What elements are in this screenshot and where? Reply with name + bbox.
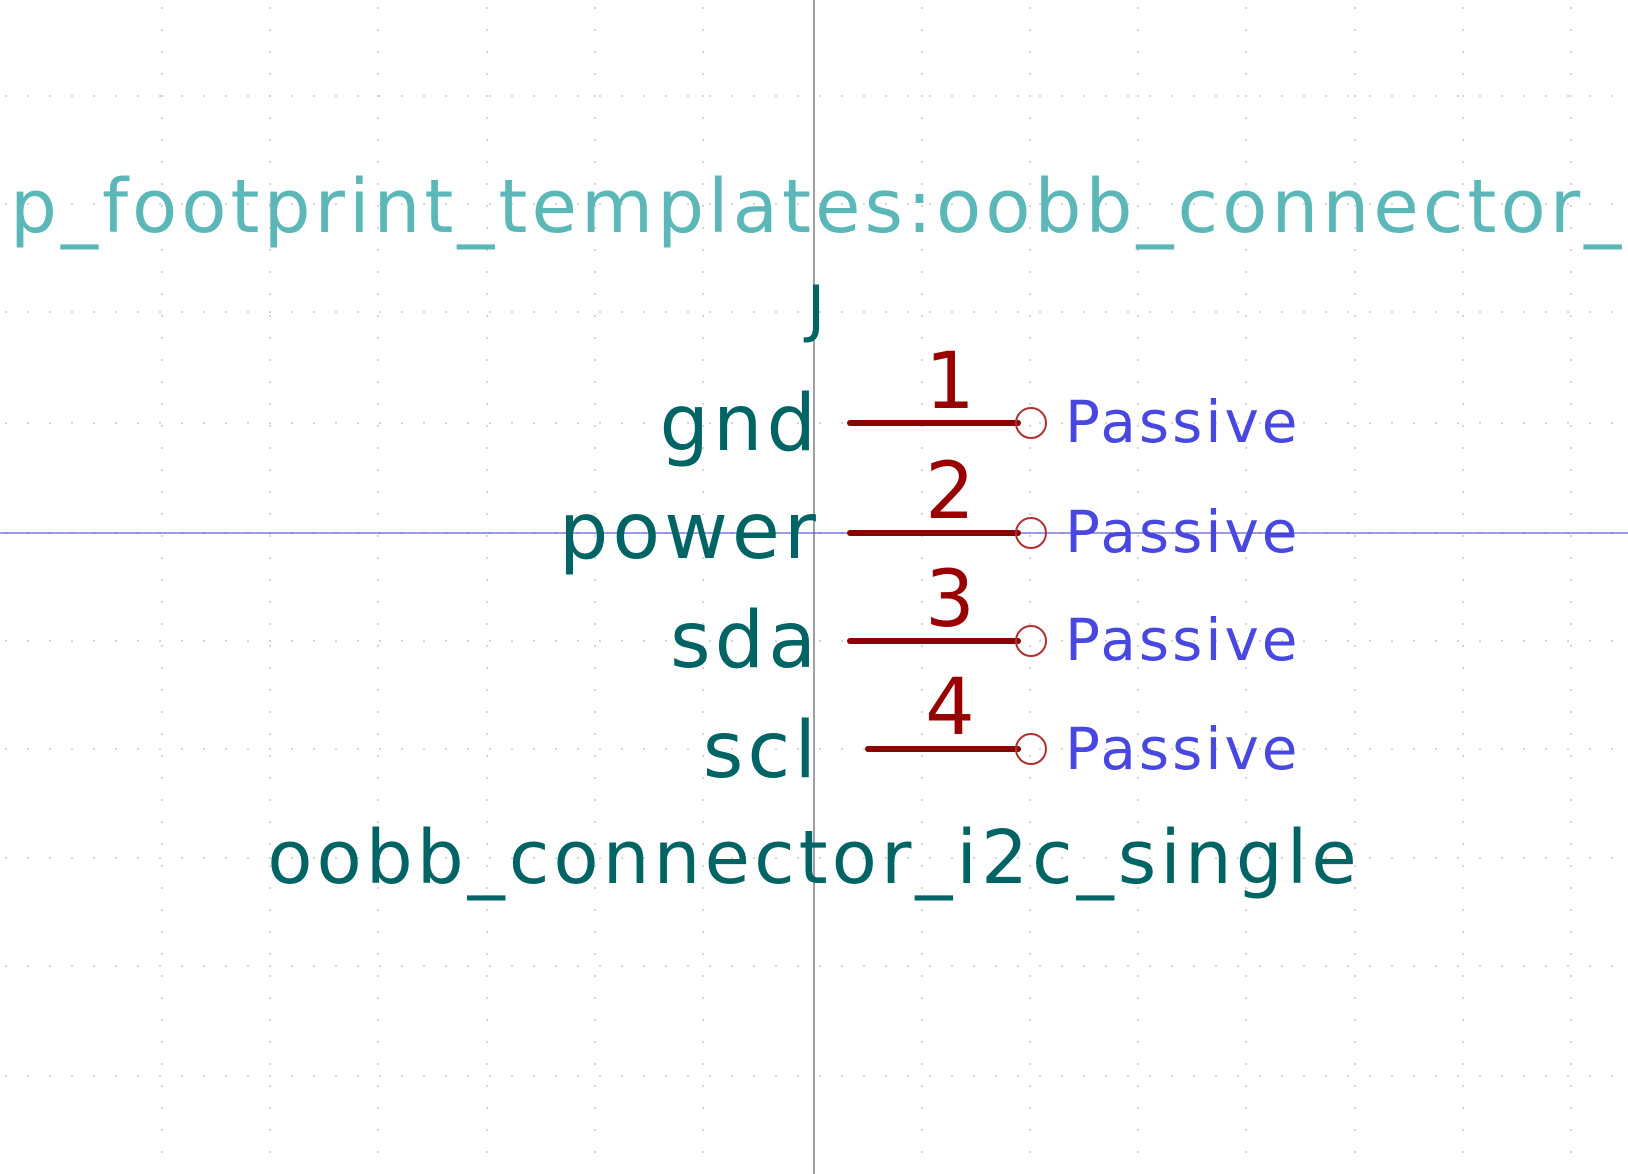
pin-electrical-type: Passive	[1065, 606, 1300, 674]
pin-electrical-type: Passive	[1065, 498, 1300, 566]
pin-number: 4	[925, 663, 975, 753]
pin-electrical-type: Passive	[1065, 715, 1300, 783]
value-field[interactable]: oobb_connector_i2c_single	[267, 815, 1361, 901]
pin-name: power	[559, 487, 820, 577]
pin-name: gnd	[660, 379, 820, 469]
footprint-field[interactable]: oobb_comp_footprint_templates:oobb_conne…	[0, 164, 1628, 250]
pin-number: 3	[925, 555, 975, 645]
reference-designator[interactable]: J	[803, 272, 825, 345]
schematic-canvas[interactable]: oobb_comp_footprint_templates:oobb_conne…	[0, 0, 1628, 1174]
pin-number: 1	[925, 337, 975, 427]
pin-name: sda	[670, 596, 820, 686]
pin-number: 2	[925, 447, 975, 537]
pin-electrical-type: Passive	[1065, 388, 1300, 456]
pin-name: scl	[703, 706, 820, 796]
